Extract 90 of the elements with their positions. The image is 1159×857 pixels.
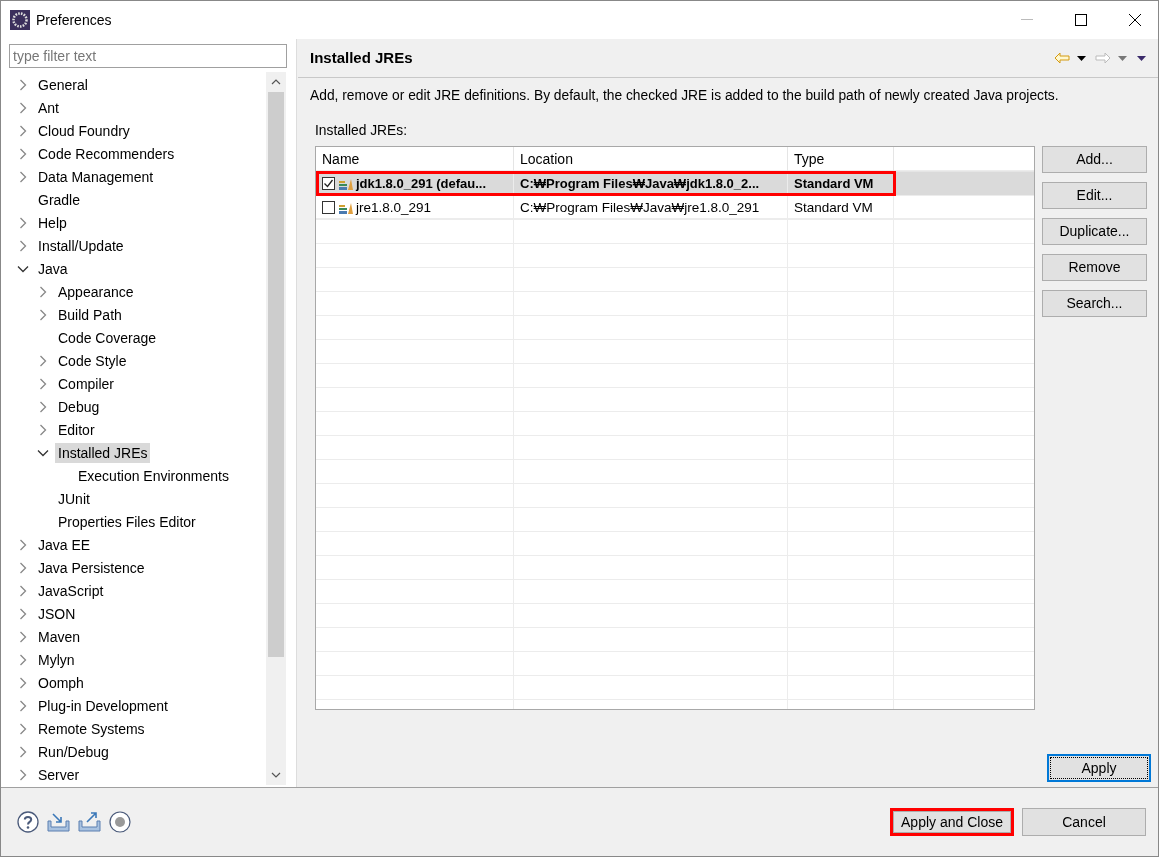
collapsed-chevron-icon[interactable] bbox=[17, 216, 29, 229]
cell-text: jre1.8.0_291 bbox=[356, 198, 432, 217]
collapsed-chevron-icon[interactable] bbox=[17, 124, 29, 137]
tree-item[interactable]: Run/Debug bbox=[35, 741, 112, 762]
view-menu-icon[interactable] bbox=[1137, 55, 1146, 61]
tree-item[interactable]: JavaScript bbox=[35, 580, 107, 601]
maximize-icon[interactable] bbox=[1075, 14, 1087, 26]
tree-item[interactable]: Compiler bbox=[55, 373, 117, 394]
cell-text: jdk1.8.0_291 (defau... bbox=[356, 175, 487, 194]
tree-item[interactable]: Java Persistence bbox=[35, 557, 148, 578]
filter-field[interactable]: type filter text bbox=[9, 44, 287, 68]
collapsed-chevron-icon[interactable] bbox=[17, 630, 29, 643]
side-button[interactable]: Edit... bbox=[1042, 182, 1147, 210]
minimize-icon[interactable] bbox=[1021, 19, 1033, 21]
tree-item[interactable]: Gradle bbox=[35, 189, 84, 210]
tree-item[interactable]: Remote Systems bbox=[35, 718, 148, 739]
side-button[interactable]: Remove bbox=[1042, 254, 1147, 282]
tree-item[interactable]: Properties Files Editor bbox=[55, 511, 199, 532]
table-label: Installed JREs: bbox=[315, 122, 408, 138]
tree-item[interactable]: Plug-in Development bbox=[35, 695, 171, 716]
tree-item[interactable]: Maven bbox=[35, 626, 84, 647]
tree-item[interactable]: JUnit bbox=[55, 488, 93, 509]
collapsed-chevron-icon[interactable] bbox=[17, 745, 29, 758]
tree-item[interactable]: Code Style bbox=[55, 350, 130, 371]
collapsed-chevron-icon[interactable] bbox=[37, 354, 49, 367]
tree-item[interactable]: Execution Environments bbox=[75, 465, 232, 486]
tree-item[interactable]: Java EE bbox=[35, 534, 94, 555]
back-arrow-icon[interactable] bbox=[1054, 52, 1070, 64]
side-button[interactable]: Search... bbox=[1042, 290, 1147, 318]
side-button[interactable]: Add... bbox=[1042, 146, 1147, 174]
tree-item[interactable]: Mylyn bbox=[35, 649, 78, 670]
collapsed-chevron-icon[interactable] bbox=[37, 308, 49, 321]
tree-item[interactable]: Editor bbox=[55, 419, 98, 440]
table-row[interactable]: jdk1.8.0_291 (defau... C:₩Program Files₩Java₩jdk1.8.0_2... Standard VM bbox=[316, 172, 1034, 197]
page-title: Installed JREs bbox=[310, 47, 413, 68]
page-description: Add, remove or edit JRE definitions. By default, the checked JRE is added to the build path of newly created Java projects. bbox=[309, 87, 1060, 105]
cell-text: Standard VM bbox=[788, 172, 894, 196]
tree-item[interactable]: General bbox=[35, 74, 91, 95]
collapsed-chevron-icon[interactable] bbox=[17, 538, 29, 551]
cell-text: C:₩Program Files₩Java₩jre1.8.0_291 bbox=[514, 196, 788, 220]
tree-item[interactable]: Debug bbox=[55, 396, 103, 417]
collapsed-chevron-icon[interactable] bbox=[17, 676, 29, 689]
close-icon[interactable] bbox=[1129, 14, 1141, 26]
collapsed-chevron-icon[interactable] bbox=[17, 653, 29, 666]
tree-item[interactable]: Code Recommenders bbox=[35, 143, 178, 164]
export-icon[interactable] bbox=[78, 812, 101, 832]
tree-item[interactable]: Oomph bbox=[35, 672, 87, 693]
collapsed-chevron-icon[interactable] bbox=[17, 607, 29, 620]
tree-item[interactable]: Data Management bbox=[35, 166, 157, 187]
collapsed-chevron-icon[interactable] bbox=[17, 170, 29, 183]
tree-item[interactable]: Server bbox=[35, 764, 83, 785]
cell-text: C:₩Program Files₩Java₩jdk1.8.0_2... bbox=[514, 172, 788, 196]
checkbox[interactable] bbox=[322, 177, 335, 191]
tree-item[interactable]: Code Coverage bbox=[55, 327, 160, 348]
collapsed-chevron-icon[interactable] bbox=[17, 722, 29, 735]
collapsed-chevron-icon[interactable] bbox=[37, 377, 49, 390]
tree-item[interactable]: Java bbox=[35, 258, 71, 279]
import-icon[interactable] bbox=[47, 812, 70, 832]
tree-item[interactable]: Build Path bbox=[55, 304, 125, 325]
help-icon[interactable] bbox=[17, 811, 39, 833]
record-icon[interactable] bbox=[109, 811, 131, 833]
collapsed-chevron-icon[interactable] bbox=[37, 423, 49, 436]
collapsed-chevron-icon[interactable] bbox=[37, 400, 49, 413]
tree-item[interactable]: Install/Update bbox=[35, 235, 127, 256]
window-title: Preferences bbox=[36, 10, 112, 30]
forward-arrow-icon[interactable] bbox=[1095, 52, 1111, 64]
checkbox[interactable] bbox=[322, 201, 335, 215]
tree-item[interactable]: Ant bbox=[35, 97, 62, 118]
cell-text: Standard VM bbox=[788, 196, 894, 220]
collapsed-chevron-icon[interactable] bbox=[17, 78, 29, 91]
tree-item[interactable]: Installed JREs bbox=[55, 442, 151, 463]
tree-item[interactable]: JSON bbox=[35, 603, 79, 624]
collapsed-chevron-icon[interactable] bbox=[17, 239, 29, 252]
tree-item[interactable]: Help bbox=[35, 212, 70, 233]
collapsed-chevron-icon[interactable] bbox=[37, 285, 49, 298]
app-logo-icon bbox=[10, 10, 30, 30]
collapsed-chevron-icon[interactable] bbox=[17, 768, 29, 781]
tree-item[interactable]: Cloud Foundry bbox=[35, 120, 133, 141]
dialog-button[interactable]: Cancel bbox=[1022, 808, 1146, 836]
apply-button[interactable]: Apply bbox=[1047, 754, 1151, 782]
collapsed-chevron-icon[interactable] bbox=[17, 101, 29, 114]
dialog-button[interactable]: Apply and Close bbox=[890, 808, 1014, 836]
collapsed-chevron-icon[interactable] bbox=[17, 584, 29, 597]
collapsed-chevron-icon[interactable] bbox=[17, 561, 29, 574]
tree-item[interactable]: Appearance bbox=[55, 281, 137, 302]
collapsed-chevron-icon[interactable] bbox=[17, 147, 29, 160]
scrollbar-thumb[interactable] bbox=[268, 92, 284, 657]
collapsed-chevron-icon[interactable] bbox=[17, 699, 29, 712]
side-button[interactable]: Duplicate... bbox=[1042, 218, 1147, 246]
dropdown-caret-icon[interactable] bbox=[1077, 55, 1086, 61]
